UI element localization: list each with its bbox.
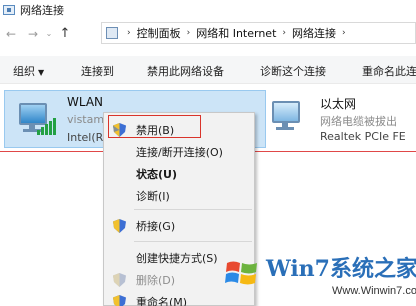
- breadcrumb-separator[interactable]: ›: [187, 28, 191, 38]
- network-folder-icon: [3, 5, 15, 15]
- ethernet-adapter: Realtek PCIe FE: [320, 130, 406, 143]
- control-panel-icon: [106, 27, 118, 39]
- menu-separator: [134, 209, 252, 210]
- uac-shield-icon: [113, 295, 126, 306]
- menu-item-diagnose[interactable]: 诊断(I): [104, 185, 256, 207]
- ethernet-name[interactable]: 以太网: [320, 95, 356, 112]
- annotation-highlight-box: [108, 115, 201, 138]
- breadcrumb-separator[interactable]: ›: [282, 28, 286, 38]
- breadcrumb-separator[interactable]: ›: [127, 28, 131, 38]
- back-arrow-icon[interactable]: ←: [0, 27, 22, 41]
- ethernet-status: 网络电缆被拔出: [320, 115, 397, 128]
- address-row: ← → ⌄ ↑ › 控制面板 › 网络和 Internet › 网络连接 ›: [0, 21, 416, 46]
- wlan-status: vistam: [67, 113, 105, 126]
- menu-item-status[interactable]: 状态(U): [104, 163, 256, 185]
- organize-button[interactable]: 组织 ▼: [13, 63, 44, 79]
- menu-item-label: 桥接(G): [136, 220, 176, 233]
- rename-button[interactable]: 重命名此连: [362, 63, 416, 79]
- recent-locations-chevron-icon[interactable]: ⌄: [44, 29, 54, 38]
- signal-bars-icon: [37, 117, 56, 135]
- command-bar: 组织 ▼ 连接到 禁用此网络设备 诊断这个连接 重命名此连: [0, 56, 416, 84]
- breadcrumb-network-connections[interactable]: 网络连接: [292, 25, 336, 41]
- diagnose-button[interactable]: 诊断这个连接: [260, 63, 326, 79]
- menu-separator: [134, 241, 252, 242]
- title-bar: 网络连接: [0, 0, 416, 20]
- wlan-name: WLAN: [67, 95, 104, 109]
- menu-item-label: 删除(D): [136, 274, 176, 287]
- breadcrumb-control-panel[interactable]: 控制面板: [137, 25, 181, 41]
- menu-item-connect-disconnect[interactable]: 连接/断开连接(O): [104, 141, 256, 163]
- address-bar[interactable]: › 控制面板 › 网络和 Internet › 网络连接 ›: [101, 22, 416, 44]
- disable-device-button[interactable]: 禁用此网络设备: [147, 63, 224, 79]
- menu-item-label: 诊断(I): [136, 190, 170, 203]
- dropdown-arrow-icon: ▼: [38, 68, 45, 77]
- windows-logo-icon: [225, 261, 257, 285]
- menu-item-label: 创建快捷方式(S): [136, 252, 218, 265]
- breadcrumb-separator[interactable]: ›: [342, 28, 346, 38]
- menu-item-bridge[interactable]: 桥接(G): [104, 215, 256, 237]
- watermark-brand: Win7系统之家: [266, 256, 416, 282]
- connect-to-button[interactable]: 连接到: [81, 63, 114, 79]
- watermark: Win7系统之家 Www.Winwin7.com: [222, 249, 416, 306]
- menu-item-label: 重命名(M): [136, 296, 188, 306]
- forward-arrow-icon[interactable]: →: [22, 27, 44, 41]
- menu-item-label: 状态(U): [136, 168, 177, 181]
- ethernet-adapter-icon: [270, 99, 306, 135]
- window-title: 网络连接: [20, 4, 64, 17]
- breadcrumb-network-internet[interactable]: 网络和 Internet: [196, 25, 276, 41]
- wireless-adapter-icon: [17, 101, 56, 137]
- organize-label: 组织: [13, 65, 35, 78]
- up-arrow-icon[interactable]: ↑: [54, 26, 76, 41]
- menu-item-label: 连接/断开连接(O): [136, 146, 223, 159]
- wlan-adapter: Intel(R: [67, 131, 104, 144]
- watermark-url: Www.Winwin7.com: [332, 285, 416, 297]
- uac-shield-icon: [113, 273, 126, 287]
- uac-shield-icon: [113, 219, 126, 233]
